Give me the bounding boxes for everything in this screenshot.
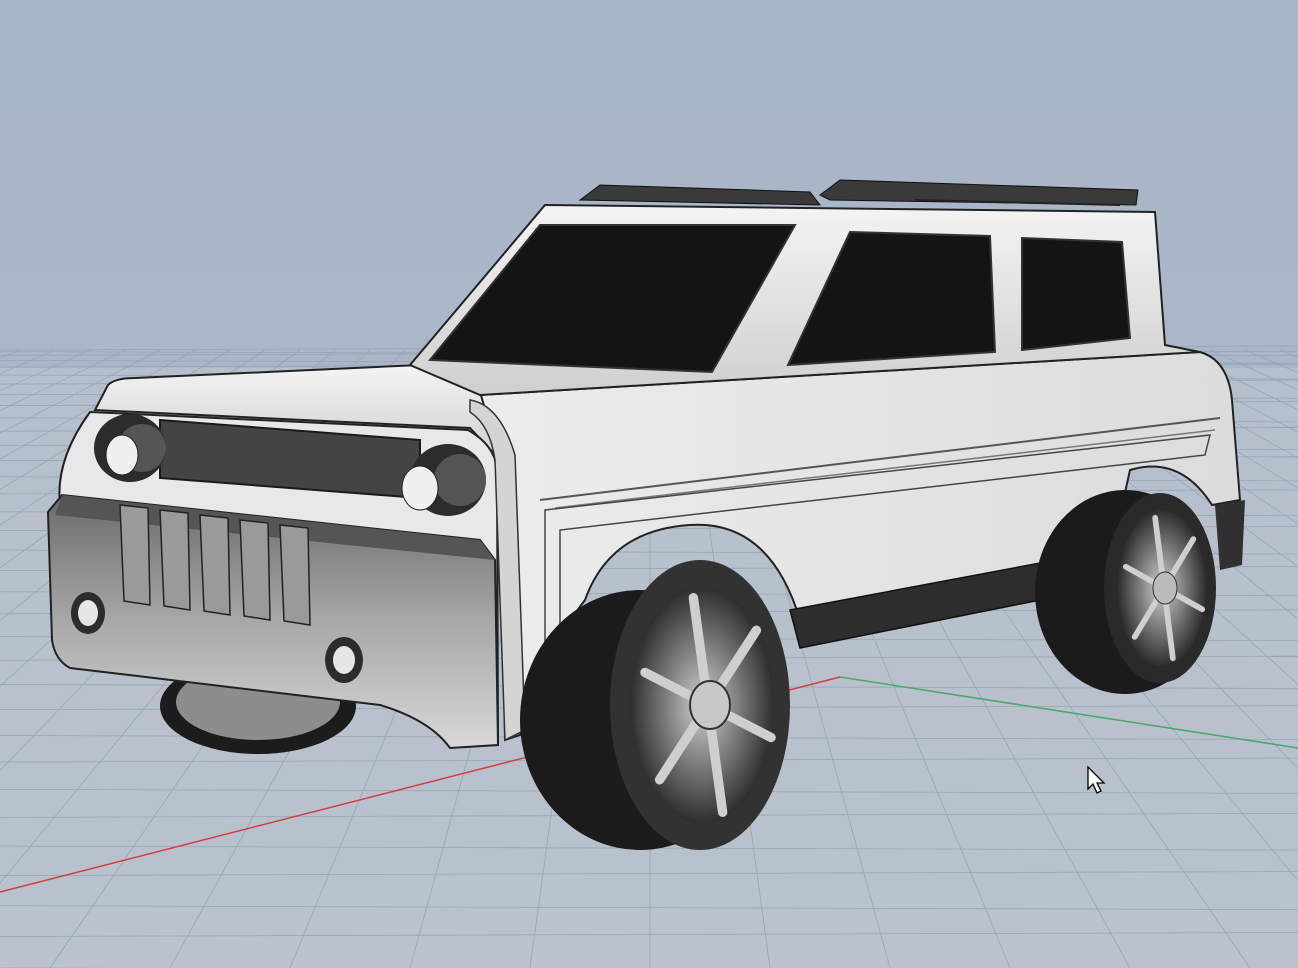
bumper-fin <box>199 514 231 616</box>
viewport-scene[interactable] <box>0 0 1298 968</box>
left-fog-light <box>71 592 105 634</box>
perspective-viewport[interactable] <box>0 0 1298 968</box>
bumper-fin <box>119 504 151 606</box>
left-headlight <box>94 414 166 482</box>
bumper-fin <box>239 519 271 621</box>
grid-line <box>0 932 1298 937</box>
grid-line <box>1279 349 1298 358</box>
bumper-fin <box>279 524 311 626</box>
grid-line <box>0 905 1298 911</box>
roof-rack-front <box>578 184 822 206</box>
rear-side-window <box>1021 236 1132 352</box>
right-fog-light <box>325 637 363 683</box>
rear-right-wheel <box>1035 490 1216 694</box>
rear-bumper <box>1215 500 1245 570</box>
grid-line <box>0 871 1298 876</box>
bumper-fin <box>159 509 191 611</box>
arrow-cursor-icon <box>1087 765 1106 794</box>
